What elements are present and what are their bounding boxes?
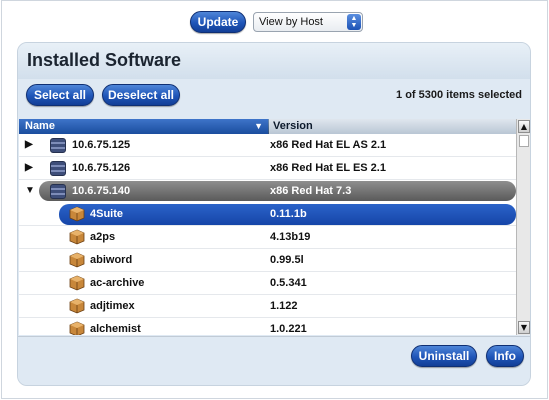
table-row[interactable]: ▶ 10.6.75.125 x86 Red Hat EL AS 2.1 [19, 134, 516, 157]
row-name: 4Suite [90, 208, 124, 220]
table-row[interactable]: alchemist 1.0.221 [19, 318, 516, 335]
row-name: alchemist [90, 323, 141, 335]
row-version: x86 Red Hat EL AS 2.1 [270, 139, 387, 151]
row-name: 10.6.75.140 [72, 185, 131, 197]
row-version: 1.0.221 [270, 323, 307, 335]
update-button[interactable]: Update [190, 11, 246, 33]
table-row[interactable]: ▼ 10.6.75.140 x86 Red Hat 7.3 [19, 180, 516, 203]
toolbar: Update View by Host ▲ ▼ [0, 10, 549, 34]
scroll-thumb[interactable] [519, 135, 529, 147]
column-header-name[interactable]: Name ▼ [19, 119, 268, 134]
table-row[interactable]: 4Suite 0.11.1b [19, 203, 516, 226]
row-name: abiword [90, 254, 133, 266]
column-header-name-label: Name [25, 120, 55, 132]
row-version: 0.5.341 [270, 277, 307, 289]
column-header-version[interactable]: Version [269, 119, 516, 134]
row-name: adjtimex [90, 300, 135, 312]
scroll-up-icon[interactable]: ▲ [518, 120, 530, 133]
package-box-icon [69, 206, 85, 222]
row-version: x86 Red Hat 7.3 [270, 185, 352, 197]
package-box-icon [69, 321, 85, 335]
table-row[interactable]: adjtimex 1.122 [19, 295, 516, 318]
package-box-icon [69, 252, 85, 268]
scroll-down-icon[interactable]: ▼ [518, 321, 530, 334]
sort-descending-icon: ▼ [254, 121, 263, 131]
triangle-right-icon[interactable]: ▶ [25, 162, 33, 173]
table-body: ▶ 10.6.75.125 x86 Red Hat EL AS 2.1 ▶ 10… [19, 134, 516, 335]
row-name: 10.6.75.125 [72, 139, 131, 151]
row-name: 10.6.75.126 [72, 162, 131, 174]
package-box-icon [69, 275, 85, 291]
table-row[interactable]: ▶ 10.6.75.126 x86 Red Hat EL ES 2.1 [19, 157, 516, 180]
panel-footer: Uninstall Info [18, 336, 530, 385]
selection-actions: Select all Deselect all 1 of 5300 items … [18, 81, 530, 111]
server-icon [50, 138, 66, 153]
server-icon [50, 161, 66, 176]
selection-count: 1 of 5300 items selected [396, 89, 522, 101]
info-button[interactable]: Info [486, 345, 524, 367]
row-version: 0.99.5l [270, 254, 304, 266]
uninstall-button[interactable]: Uninstall [411, 345, 477, 367]
select-arrows-icon: ▲ ▼ [347, 14, 361, 30]
row-version: x86 Red Hat EL ES 2.1 [270, 162, 386, 174]
triangle-down-icon[interactable]: ▼ [25, 185, 35, 196]
row-version: 0.11.1b [270, 208, 307, 220]
table-row[interactable]: abiword 0.99.5l [19, 249, 516, 272]
select-all-button[interactable]: Select all [26, 84, 94, 106]
table-row[interactable]: ac-archive 0.5.341 [19, 272, 516, 295]
panel-title: Installed Software [27, 50, 182, 70]
row-name: a2ps [90, 231, 116, 243]
table-row[interactable]: a2ps 4.13b19 [19, 226, 516, 249]
installed-software-panel: Installed Software Select all Deselect a… [17, 42, 531, 386]
package-box-icon [69, 229, 85, 245]
column-header-version-label: Version [273, 120, 313, 132]
table-header: Name ▼ Version [19, 119, 516, 134]
view-by-select-value: View by Host [259, 16, 323, 28]
vertical-scrollbar[interactable]: ▲ ▼ [516, 119, 530, 335]
row-version: 4.13b19 [270, 231, 311, 243]
row-version: 1.122 [270, 300, 298, 312]
row-name: ac-archive [90, 277, 145, 289]
view-by-select[interactable]: View by Host ▲ ▼ [253, 12, 363, 32]
server-icon [50, 184, 66, 199]
triangle-right-icon[interactable]: ▶ [25, 139, 33, 150]
software-table: Name ▼ Version ▶ 10.6.75.125 x86 Red Hat… [19, 119, 530, 335]
panel-header: Installed Software [18, 43, 530, 79]
deselect-all-button[interactable]: Deselect all [102, 84, 180, 106]
package-box-icon [69, 298, 85, 314]
